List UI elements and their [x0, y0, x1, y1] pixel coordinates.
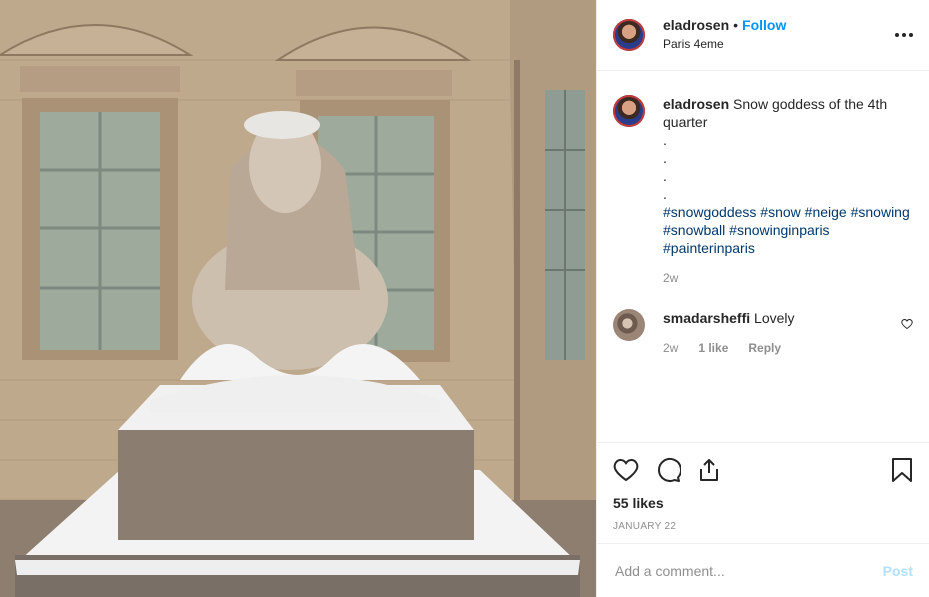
comment-item: smadarsheffi Lovely 2w 1 like Reply	[613, 309, 913, 357]
caption-timestamp[interactable]: 2w	[663, 271, 678, 285]
more-options-icon[interactable]	[895, 21, 913, 50]
add-comment-bar: Post	[597, 543, 929, 597]
hashtag-link[interactable]: #snow	[760, 204, 800, 220]
hashtag-link[interactable]: #snowing	[851, 204, 910, 220]
commenter-username[interactable]: smadarsheffi	[663, 310, 750, 326]
comment-like-heart-icon[interactable]	[901, 317, 913, 357]
caption-meta: 2w	[663, 269, 913, 287]
caption-dot: .	[663, 186, 667, 202]
share-upload-icon[interactable]	[697, 458, 721, 482]
caption-hashtags: #snowgoddess #snow #neige #snowing #snow…	[663, 203, 913, 257]
photo-illustration	[0, 0, 596, 597]
post-actions: 55 likes JANUARY 22	[597, 442, 929, 543]
caption-comment: eladrosen Snow goddess of the 4th quarte…	[613, 95, 913, 287]
caption-body: eladrosen Snow goddess of the 4th quarte…	[663, 95, 913, 287]
comment-meta: 2w 1 like Reply	[663, 339, 893, 357]
caption-username[interactable]: eladrosen	[663, 96, 729, 112]
hashtag-link[interactable]: #painterinparis	[663, 240, 755, 256]
likes-count[interactable]: 55 likes	[613, 495, 913, 511]
post-location[interactable]: Paris 4eme	[663, 35, 895, 54]
commenter-avatar[interactable]	[613, 309, 645, 341]
caption-dot: .	[663, 150, 667, 166]
comment-likes-button[interactable]: 1 like	[698, 341, 728, 355]
comment-body: smadarsheffi Lovely 2w 1 like Reply	[663, 309, 893, 357]
caption-dot: .	[663, 168, 667, 184]
reply-button[interactable]: Reply	[748, 341, 781, 355]
author-avatar[interactable]	[613, 19, 645, 51]
like-heart-icon[interactable]	[613, 458, 639, 482]
comment-bubble-icon[interactable]	[655, 457, 681, 483]
post-comment-button[interactable]: Post	[883, 563, 913, 579]
post-date[interactable]: JANUARY 22	[613, 521, 913, 532]
separator-dot: •	[733, 17, 739, 33]
author-info: eladrosen • Follow Paris 4eme	[663, 16, 895, 54]
post-header: eladrosen • Follow Paris 4eme	[597, 0, 929, 71]
comment-input[interactable]	[613, 561, 883, 580]
hashtag-link[interactable]: #snowball	[663, 222, 725, 238]
hashtag-link[interactable]: #snowgoddess	[663, 204, 756, 220]
post-photo[interactable]	[0, 0, 596, 597]
comments-section: eladrosen Snow goddess of the 4th quarte…	[597, 71, 929, 442]
comment-timestamp[interactable]: 2w	[663, 341, 678, 355]
caption-dot: .	[663, 132, 667, 148]
action-icons	[613, 455, 913, 485]
hashtag-link[interactable]: #snowinginparis	[729, 222, 829, 238]
caption-author-avatar[interactable]	[613, 95, 645, 127]
save-bookmark-icon[interactable]	[891, 457, 913, 483]
comment-text: Lovely	[754, 310, 795, 326]
author-username[interactable]: eladrosen	[663, 17, 729, 33]
post-side-panel: eladrosen • Follow Paris 4eme eladrosen Sn…	[596, 0, 929, 597]
follow-button[interactable]: Follow	[742, 17, 786, 33]
instagram-post: eladrosen • Follow Paris 4eme eladrosen Sn…	[0, 0, 929, 597]
hashtag-link[interactable]: #neige	[805, 204, 847, 220]
